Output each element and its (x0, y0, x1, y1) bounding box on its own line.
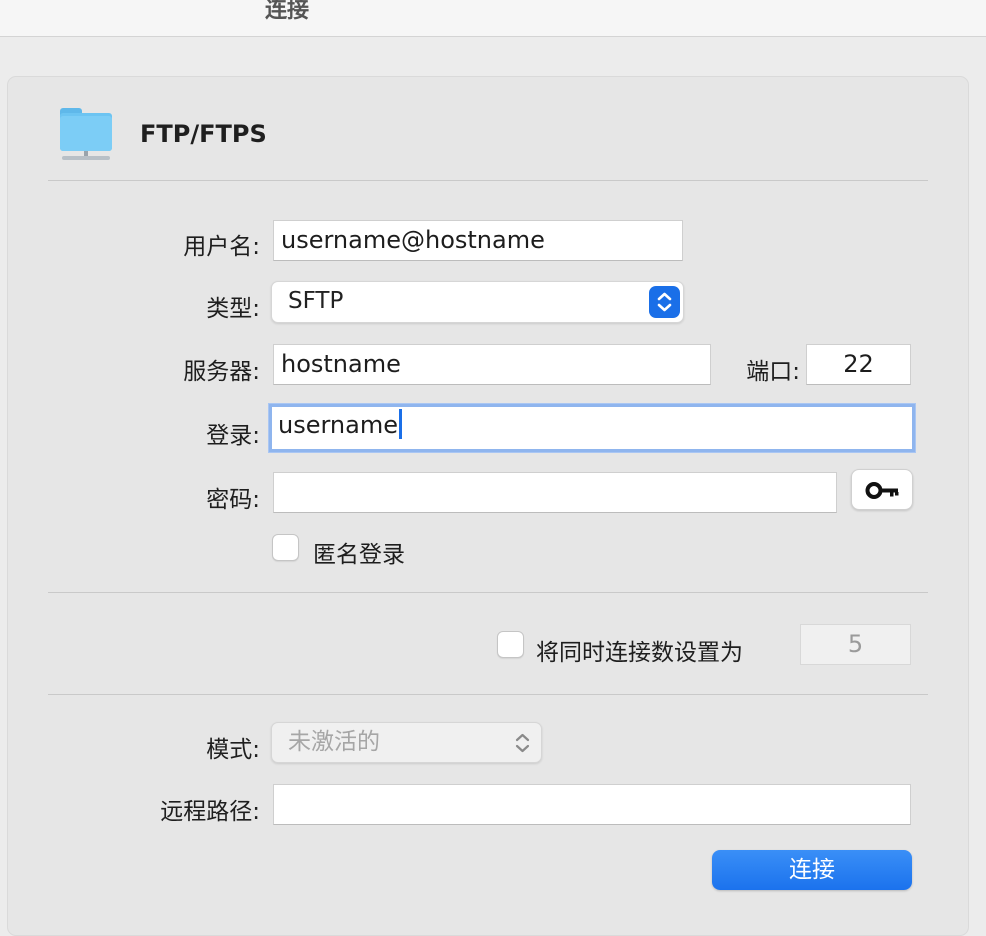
port-field[interactable]: 22 (806, 344, 911, 385)
connection-limit-checkbox[interactable] (497, 631, 524, 658)
mode-select-value: 未激活的 (288, 729, 380, 755)
folder-network-icon (60, 108, 112, 160)
password-label: 密码: (206, 487, 260, 513)
connection-limit-label: 将同时连接数设置为 (536, 640, 743, 666)
keychain-button[interactable] (851, 469, 913, 510)
divider (48, 694, 928, 695)
text-caret (399, 409, 402, 439)
type-select-value: SFTP (288, 288, 344, 314)
type-label: 类型: (206, 296, 260, 322)
chevron-updown-icon (507, 727, 538, 759)
window-titlebar: 连接 (0, 0, 986, 37)
username-label: 用户名: (183, 234, 260, 260)
mode-label: 模式: (206, 737, 260, 763)
window-title: 连接 (265, 0, 310, 23)
divider (48, 592, 928, 593)
anonymous-login-checkbox[interactable] (272, 534, 299, 561)
login-label: 登录: (206, 423, 260, 449)
port-label: 端口: (746, 359, 800, 385)
username-field[interactable]: username@hostname (273, 220, 683, 261)
server-label: 服务器: (183, 359, 260, 385)
server-field[interactable]: hostname (273, 344, 711, 385)
divider (48, 180, 928, 181)
remote-path-field[interactable] (273, 784, 911, 825)
password-field[interactable] (273, 472, 837, 513)
connect-button[interactable]: 连接 (712, 850, 912, 890)
protocol-title: FTP/FTPS (140, 120, 267, 148)
login-field[interactable]: username (269, 404, 915, 452)
chevron-updown-icon (649, 286, 680, 318)
key-icon (865, 482, 899, 499)
connection-limit-field[interactable]: 5 (800, 624, 911, 665)
type-select[interactable]: SFTP (271, 281, 684, 323)
remote-path-label: 远程路径: (160, 799, 260, 825)
anonymous-login-label: 匿名登录 (313, 542, 405, 568)
mode-select[interactable]: 未激活的 (271, 722, 542, 763)
login-field-value: username (278, 411, 398, 439)
